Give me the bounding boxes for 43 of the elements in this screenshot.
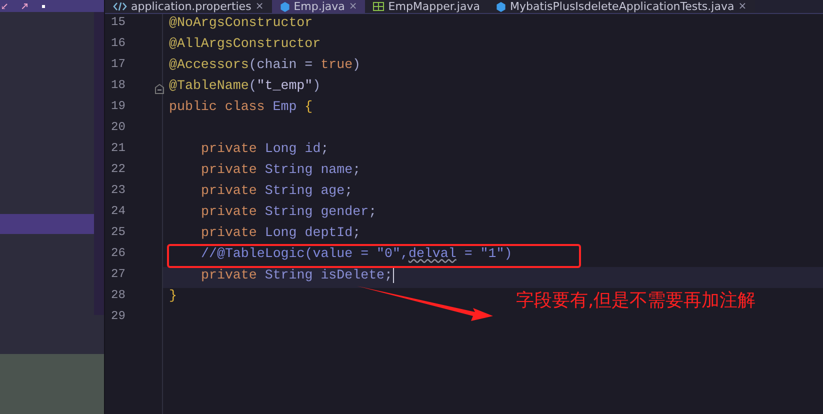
hexagon-icon [280, 2, 290, 12]
line-number: 20 [111, 120, 126, 134]
line-number: 17 [111, 57, 126, 71]
file-tab[interactable]: Emp.java × [272, 0, 366, 13]
collapse-icon[interactable] [2, 3, 8, 9]
scrollbar[interactable] [94, 12, 104, 315]
code-line: private Long id; [201, 141, 329, 156]
line-number: 28 [111, 288, 126, 302]
line-number: 16 [111, 36, 126, 50]
close-icon[interactable]: × [255, 1, 264, 12]
hexagon-icon [496, 2, 506, 12]
line-number: 15 [111, 15, 126, 29]
code-line: @TableName("t_emp") [169, 78, 321, 93]
code-line: } [169, 288, 177, 303]
code-line: //@TableLogic(value = "0",delval = "1") [201, 246, 512, 261]
code-line: private String name; [201, 162, 361, 177]
line-number: 27 [111, 267, 126, 281]
line-number: 18 [111, 78, 126, 92]
code-line: private Long deptId; [201, 225, 361, 240]
line-number: 21 [111, 141, 126, 155]
code-line: @AllArgsConstructor [169, 36, 321, 51]
grid-icon [373, 2, 384, 11]
line-number: 23 [111, 183, 126, 197]
code-line: private String gender; [201, 204, 377, 219]
close-icon[interactable]: × [348, 1, 358, 12]
code-line: private String isDelete; [201, 268, 393, 283]
code-line: public class Emp { [169, 99, 313, 114]
code-line: @NoArgsConstructor [169, 15, 313, 30]
close-icon[interactable]: × [738, 1, 747, 12]
annotation-text: 字段要有,但是不需要再加注解 [516, 289, 756, 312]
fold-icon[interactable] [155, 84, 164, 94]
line-number: 19 [111, 99, 126, 113]
line-number: 26 [111, 246, 126, 260]
line-number: 22 [111, 162, 126, 176]
text-cursor [392, 267, 394, 283]
code-line: @Accessors(chain = true) [169, 57, 361, 72]
line-number: 29 [111, 309, 126, 323]
line-number: 25 [111, 225, 126, 239]
line-number: 24 [111, 204, 126, 218]
code-line: private String age; [201, 183, 353, 198]
code-icon [113, 2, 127, 11]
expand-icon[interactable] [22, 3, 28, 9]
more-icon[interactable] [42, 4, 45, 8]
